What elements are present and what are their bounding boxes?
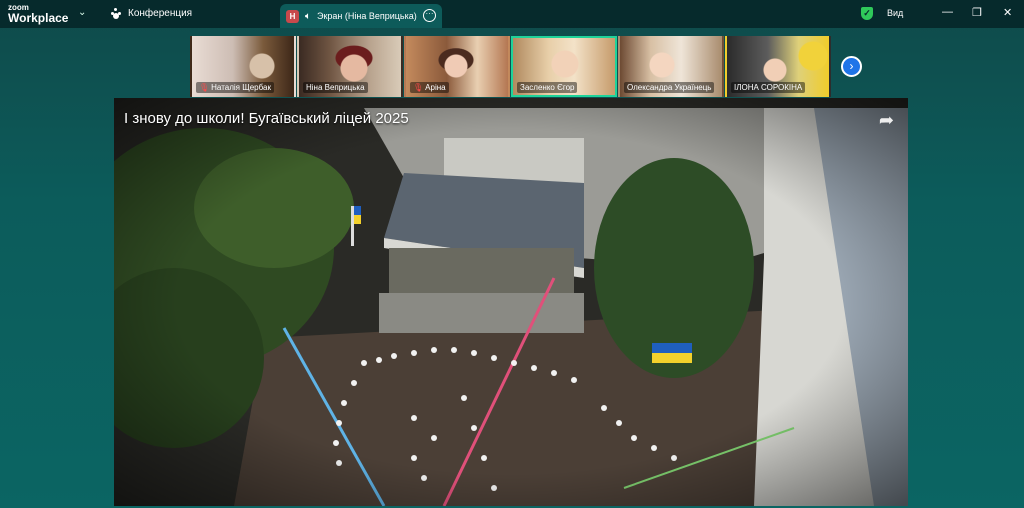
participant-name: Ніна Веприцька [303,82,368,93]
meeting-label: Конференция [128,7,193,19]
participant-tile[interactable]: 🎙︎ Наталія Щербак [190,36,296,97]
participant-tile[interactable]: Ніна Веприцька [297,36,403,97]
participant-tile[interactable]: ІЛОНА СОРОКІНА [725,36,831,97]
participant-tile[interactable]: Засленко Єгор [511,36,617,97]
mic-off-icon: 🎙︎ [413,83,424,92]
paw-icon [110,7,122,19]
minimize-button[interactable]: — [942,6,953,18]
screen-share-tab[interactable]: Н 🔈︎ Экран (Ніна Веприцька) ··· [280,4,442,28]
participant-name: ІЛОНА СОРОКІНА [731,82,806,93]
participant-name: Олександра Українець [624,82,715,93]
restore-button[interactable]: ❐ [972,6,982,19]
zoom-logo: zoom Workplace [8,3,69,25]
speaker-icon: 🔈︎ [305,10,311,22]
avatar: Н [286,9,299,23]
share-arrow-icon[interactable]: ➦ [879,110,894,131]
participant-name: 🎙︎ Аріна [410,82,449,93]
participant-name: Засленко Єгор [517,82,578,93]
participant-tile[interactable]: 🎙︎ Аріна [404,36,510,97]
participant-strip: 🎙︎ Наталія Щербак Ніна Веприцька 🎙︎ Арін… [190,36,832,97]
security-shield-icon[interactable]: ✓ [861,7,873,20]
next-page-button[interactable]: › [841,56,862,77]
shared-screen-video[interactable]: І знову до школи! Бугаївський ліцей 2025… [114,98,908,506]
video-title: І знову до школи! Бугаївський ліцей 2025 [124,110,409,127]
more-options-button[interactable]: ··· [423,9,436,22]
screen-share-label: Экран (Ніна Веприцька) [317,11,417,21]
view-button[interactable]: Вид [887,8,903,18]
participant-name: 🎙︎ Наталія Щербак [196,82,274,93]
close-button[interactable]: ✕ [1003,6,1012,19]
meeting-menu[interactable]: Конференция [110,7,192,19]
school-aerial-scene [114,98,908,506]
participant-tile[interactable]: Олександра Українець [618,36,724,97]
title-bar: zoom Workplace ⌄ Конференция Н 🔈︎ Экран … [0,0,1024,28]
chevron-down-icon[interactable]: ⌄ [78,7,86,18]
mic-off-icon: 🎙︎ [199,83,210,92]
